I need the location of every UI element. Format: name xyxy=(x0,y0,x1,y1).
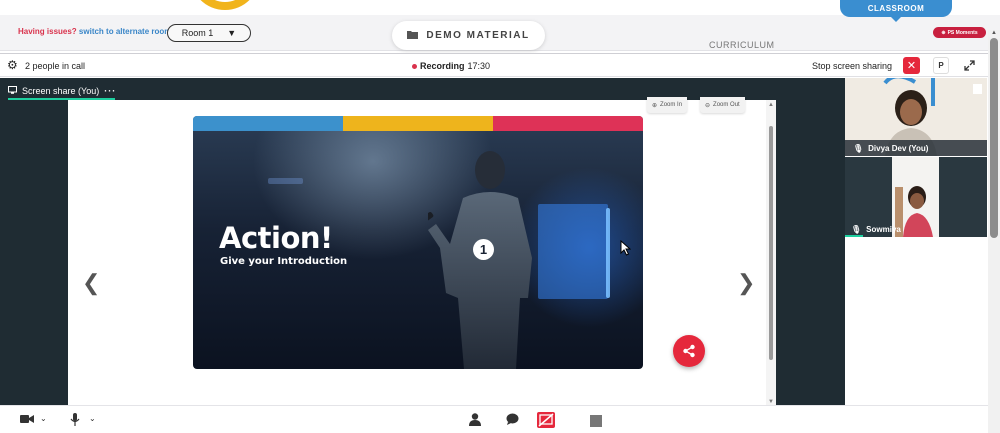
call-toolbar: ⌄ ⌄ xyxy=(0,405,988,433)
slide-bar-red xyxy=(493,116,643,131)
call-header: ⚙ 2 people in call Recording 17:30 Stop … xyxy=(0,53,988,77)
zoom-out-button[interactable]: ⊖ Zoom Out xyxy=(700,97,745,113)
slide-subtitle: Give your Introduction xyxy=(220,256,348,267)
recording-label: Recording xyxy=(420,61,465,71)
slide-bar-yellow xyxy=(343,116,493,131)
zoom-out-label: Zoom Out xyxy=(713,102,740,108)
close-icon: ✕ xyxy=(906,60,917,72)
stop-icon[interactable] xyxy=(590,415,602,427)
chat-icon[interactable] xyxy=(506,413,519,428)
caret-down-icon: ▼ xyxy=(227,28,237,38)
stage-light-left xyxy=(268,178,303,184)
previous-slide-arrow-icon[interactable]: ❮ xyxy=(82,270,100,296)
ps-moments-button[interactable]: ⊕ PS Moments xyxy=(933,27,986,38)
microphone-icon: 🎙 xyxy=(853,143,864,153)
mic-options-chevron-icon[interactable]: ⌄ xyxy=(89,412,96,426)
people-count: 2 people in call xyxy=(25,61,86,71)
stop-sharing-close-button[interactable]: ✕ xyxy=(903,57,920,74)
demo-material-button[interactable]: DEMO MATERIAL xyxy=(392,21,545,50)
slide-number-badge: 1 xyxy=(473,239,494,260)
stage-light-screen xyxy=(538,204,608,299)
zoom-in-icon: ⊕ xyxy=(652,102,658,109)
screen-share-off-icon xyxy=(538,413,554,427)
alternate-room-link[interactable]: switch to alternate room xyxy=(79,27,171,36)
slide-bar-blue xyxy=(193,116,343,131)
scroll-up-icon[interactable]: ▲ xyxy=(991,30,997,36)
issue-notice: Having issues? switch to alternate room xyxy=(18,27,171,36)
window-scrollbar[interactable]: ▲ xyxy=(988,30,1000,433)
classroom-tab[interactable]: CLASSROOM xyxy=(840,0,952,22)
stop-screen-sharing-label: Stop screen sharing xyxy=(812,61,893,71)
mouse-cursor-icon xyxy=(620,240,631,256)
microphone-icon[interactable] xyxy=(70,413,80,429)
participant-name-bar: 🎙 Divya Dev (You) xyxy=(845,140,987,156)
recording-time: 17:30 xyxy=(467,61,491,71)
participant-panel-empty xyxy=(845,237,987,405)
viewer-scroll-thumb[interactable] xyxy=(769,126,773,360)
slide-title: Action! xyxy=(219,221,333,255)
participant-tile-self[interactable]: 🎙 Divya Dev (You) xyxy=(845,78,987,156)
room-select[interactable]: Room 1 ▼ xyxy=(167,24,251,42)
room-select-value: Room 1 xyxy=(181,28,214,38)
scroll-up-icon[interactable]: ▲ xyxy=(768,102,774,108)
more-options-icon[interactable]: ··· xyxy=(104,86,116,96)
p-button[interactable]: P xyxy=(933,57,949,74)
window-scroll-thumb[interactable] xyxy=(990,38,998,238)
zoom-out-icon: ⊖ xyxy=(705,102,711,109)
presentation-slide: Action! Give your Introduction 1 xyxy=(193,116,643,369)
ps-moments-label: PS Moments xyxy=(947,29,978,36)
curriculum-tab[interactable]: CURRICULUM xyxy=(709,40,775,50)
recording-indicator: Recording 17:30 xyxy=(412,61,490,71)
screen-share-tab[interactable]: Screen share (You) ··· xyxy=(8,83,116,99)
person-icon[interactable] xyxy=(469,413,481,429)
folder-icon xyxy=(407,30,419,42)
share-button[interactable] xyxy=(673,335,705,367)
zoom-in-button[interactable]: ⊕ Zoom In xyxy=(647,97,688,113)
plus-circle-icon: ⊕ xyxy=(941,29,946,36)
next-slide-arrow-icon[interactable]: ❯ xyxy=(737,270,755,296)
microphone-icon: 🎙 xyxy=(851,224,862,234)
decorative-arc-yellow xyxy=(190,0,260,10)
monitor-icon xyxy=(8,86,17,96)
gear-icon[interactable]: ⚙ xyxy=(7,59,18,71)
camera-options-chevron-icon[interactable]: ⌄ xyxy=(40,412,47,426)
participant-name: Divya Dev (You) xyxy=(868,143,929,153)
demo-material-label: DEMO MATERIAL xyxy=(426,30,530,41)
participant-name-bar: 🎙 Sowmiya xyxy=(845,221,987,237)
camera-icon[interactable] xyxy=(20,413,34,427)
issue-text: Having issues? xyxy=(18,27,77,36)
share-icon xyxy=(683,344,695,358)
screen-share-tab-label: Screen share (You) xyxy=(22,86,100,96)
expand-icon[interactable] xyxy=(961,57,978,74)
classroom-page: Having issues? switch to alternate room … xyxy=(0,0,1000,433)
participant-name: Sowmiya xyxy=(866,224,901,234)
zoom-in-label: Zoom In xyxy=(660,102,683,108)
viewer-scrollbar[interactable]: ▲ ▼ xyxy=(766,100,776,405)
stage-light-bar xyxy=(606,208,610,298)
screen-share-off-button[interactable] xyxy=(537,412,555,428)
participant-tile-remote[interactable]: 🎙 Sowmiya xyxy=(845,157,987,237)
recording-dot-icon xyxy=(412,63,417,69)
